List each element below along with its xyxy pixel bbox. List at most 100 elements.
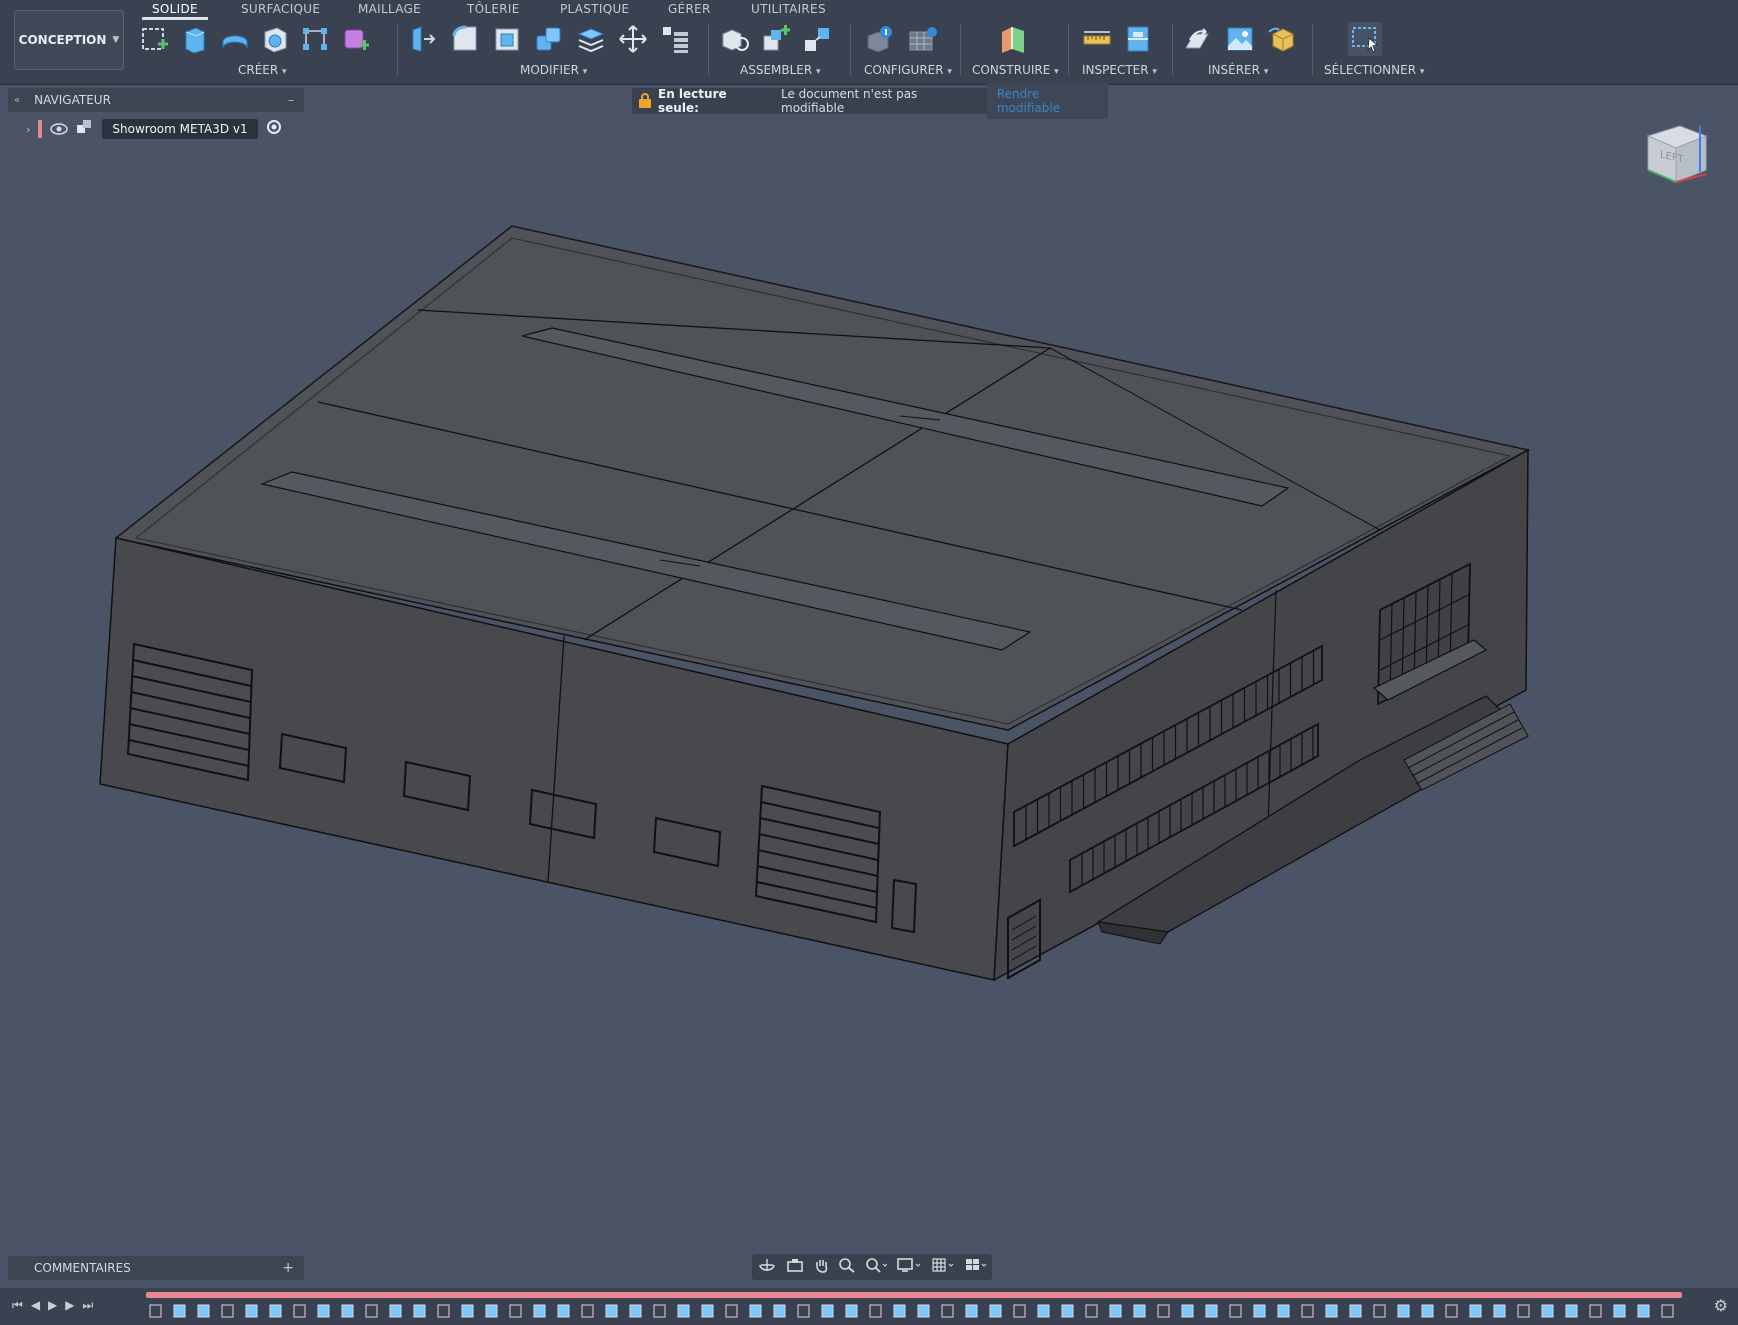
settings-gear-icon[interactable]: ⚙ [1714, 1296, 1728, 1315]
group-label-configurer[interactable]: CONFIGURER ▾ [864, 63, 952, 77]
timeline-feature-icon [1517, 1304, 1530, 1318]
eye-icon[interactable] [50, 120, 69, 139]
group-label-assembler[interactable]: ASSEMBLER ▾ [740, 63, 821, 77]
step-back-icon[interactable]: ◀ [31, 1298, 40, 1313]
timeline-feature-icon [1613, 1304, 1626, 1318]
grid-icon[interactable] [931, 1257, 955, 1277]
timeline-track[interactable] [146, 1292, 1682, 1298]
timeline-feature-icon [821, 1304, 834, 1318]
group-label-inspecter[interactable]: INSPECTER ▾ [1082, 63, 1157, 77]
timeline-feature-icon [1157, 1304, 1170, 1318]
minimize-icon[interactable]: – [288, 93, 294, 107]
display-settings-icon[interactable] [896, 1257, 922, 1277]
revolve-icon[interactable] [218, 22, 252, 56]
timeline-feature-icon [461, 1304, 474, 1318]
navigation-bar [752, 1254, 992, 1280]
timeline-feature-icon [1109, 1304, 1122, 1318]
play-icon[interactable]: ▶ [48, 1298, 57, 1313]
section-icon[interactable] [1122, 22, 1156, 56]
go-to-end-icon[interactable]: ⏭ [83, 1298, 94, 1313]
pan-icon[interactable] [813, 1257, 829, 1277]
group-inserer: INSÉRER ▾ [1180, 20, 1310, 80]
timeline-feature-icon [869, 1304, 882, 1318]
fit-icon[interactable] [865, 1257, 887, 1277]
timeline-feature-icon [1397, 1304, 1410, 1318]
plane-icon[interactable] [996, 22, 1030, 56]
timeline-feature-icon [629, 1304, 642, 1318]
toolbar-separator [708, 24, 709, 76]
timeline-feature-icon [1205, 1304, 1218, 1318]
shell-icon[interactable] [490, 22, 524, 56]
create-form-icon[interactable] [338, 22, 372, 56]
timeline-feature-icon [1301, 1304, 1314, 1318]
zoom-icon[interactable] [838, 1257, 856, 1277]
toolbar-separator [960, 24, 961, 76]
timeline-features[interactable] [146, 1302, 1682, 1320]
collapse-left-icon[interactable]: « [14, 95, 20, 106]
joint-icon[interactable] [718, 22, 752, 56]
new-component-icon[interactable] [759, 22, 793, 56]
tab-surfacique[interactable]: SURFACIQUE [241, 2, 320, 16]
timeline-feature-icon [653, 1304, 666, 1318]
orbit-icon[interactable] [757, 1257, 777, 1277]
timeline-feature-icon [749, 1304, 762, 1318]
group-label-inserer[interactable]: INSÉRER ▾ [1208, 63, 1268, 77]
workspace-switcher[interactable]: CONCEPTION ▼ [14, 10, 124, 70]
add-comment-icon[interactable]: + [282, 1260, 294, 1276]
navigator-root-row[interactable]: › Showroom META3D v1 [26, 117, 282, 141]
document-name[interactable]: Showroom META3D v1 [102, 119, 258, 139]
component-icon [76, 119, 94, 139]
insert-mesh-icon[interactable] [1266, 22, 1300, 56]
tab-plastique[interactable]: PLASTIQUE [560, 2, 629, 16]
align-icon[interactable] [658, 22, 692, 56]
activate-radio-icon[interactable] [266, 119, 282, 139]
tab-tolerie[interactable]: TÔLERIE [467, 2, 520, 16]
tab-maillage[interactable]: MAILLAGE [358, 2, 421, 16]
toolbar-separator [397, 24, 398, 76]
group-label-creer[interactable]: CRÉER ▾ [238, 63, 287, 77]
viewports-icon[interactable] [964, 1257, 988, 1277]
combine-icon[interactable] [532, 22, 566, 56]
select-icon[interactable] [1348, 22, 1382, 56]
toolbar-separator [1312, 24, 1313, 76]
table-icon[interactable] [906, 22, 940, 56]
group-label-modifier[interactable]: MODIFIER ▾ [520, 63, 587, 77]
offset-face-icon[interactable] [574, 22, 608, 56]
read-only-banner: En lecture seule: Le document n'est pas … [632, 83, 1108, 119]
step-forward-icon[interactable]: ▶ [65, 1298, 74, 1313]
move-icon[interactable] [616, 22, 650, 56]
group-label-construire[interactable]: CONSTRUIRE ▾ [972, 63, 1059, 77]
tab-solide[interactable]: SOLIDE [142, 2, 208, 20]
configure-icon[interactable] [862, 22, 896, 56]
chevron-right-icon[interactable]: › [26, 123, 30, 136]
tab-utilitaires[interactable]: UTILITAIRES [751, 2, 826, 16]
measure-icon[interactable] [1080, 22, 1114, 56]
make-editable-link[interactable]: Rendre modifiable [986, 83, 1108, 119]
viewport[interactable]: LEFT [0, 84, 1738, 1258]
timeline-feature-icon [1013, 1304, 1026, 1318]
go-to-start-icon[interactable]: ⏮ [12, 1298, 23, 1313]
press-pull-icon[interactable] [406, 22, 440, 56]
timeline-feature-icon [1085, 1304, 1098, 1318]
timeline-feature-icon [197, 1304, 210, 1318]
timeline-feature-icon [341, 1304, 354, 1318]
timeline-feature-icon [1373, 1304, 1386, 1318]
hole-icon[interactable] [258, 22, 292, 56]
timeline-feature-icon [773, 1304, 786, 1318]
timeline-feature-icon [317, 1304, 330, 1318]
fillet-icon[interactable] [448, 22, 482, 56]
look-at-icon[interactable] [786, 1257, 804, 1277]
model-render[interactable] [0, 84, 1738, 1258]
viewcube[interactable]: LEFT [1640, 116, 1716, 192]
sketch-icon[interactable] [138, 22, 172, 56]
insert-derive-icon[interactable] [1180, 22, 1214, 56]
extrude-icon[interactable] [178, 22, 212, 56]
chevron-down-icon: ▼ [112, 35, 120, 45]
timeline-feature-icon [845, 1304, 858, 1318]
pattern-icon[interactable] [298, 22, 332, 56]
group-label-selectionner[interactable]: SÉLECTIONNER ▾ [1324, 63, 1424, 77]
decal-icon[interactable] [1223, 22, 1257, 56]
tab-gerer[interactable]: GÉRER [668, 2, 711, 16]
rigid-group-icon[interactable] [800, 22, 834, 56]
group-creer: CRÉER ▾ [138, 20, 390, 80]
